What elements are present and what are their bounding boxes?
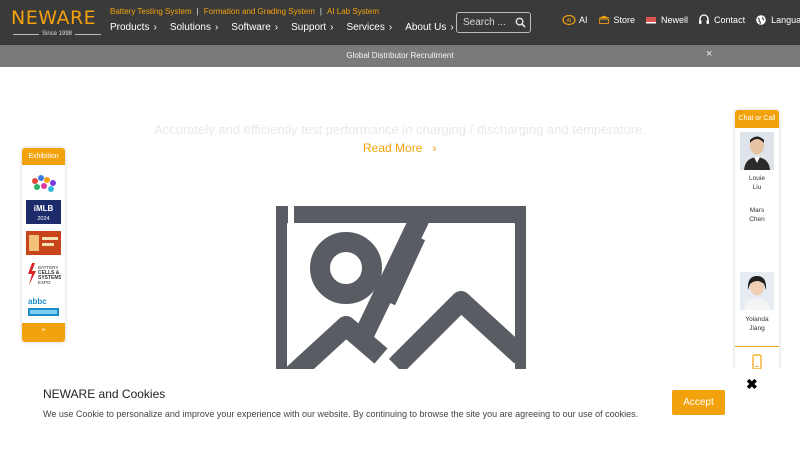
hero-subtitle: Accurately and efficiently test performa…: [154, 122, 646, 137]
cookie-banner: NEWARE and Cookies We use Cookie to pers…: [0, 369, 800, 450]
nav-label: About Us: [405, 22, 447, 33]
header-utility-links: AI AI Store Newell Contact Langua: [562, 14, 800, 26]
tagline-links: Battery Testing System | Formation and Gra…: [110, 7, 379, 16]
chevron-up-icon[interactable]: ⌃: [22, 323, 65, 342]
agent-last-name: Chen: [749, 216, 765, 223]
language-label: Language: [771, 15, 800, 25]
exhibition-logo-3[interactable]: [26, 231, 61, 255]
agent-name[interactable]: Mars Chen: [735, 206, 779, 224]
chevron-right-icon: ›: [214, 22, 219, 33]
tagline-separator: |: [319, 7, 322, 16]
agent-first-name: Yolanda: [745, 316, 769, 323]
cookie-text: We use Cookie to personalize and improve…: [43, 409, 639, 419]
exhibition-logo-4[interactable]: BATTERY CELLS & SYSTEMS EXPO: [26, 262, 61, 286]
search-icon[interactable]: [515, 17, 526, 28]
read-more-label: Read More: [363, 141, 423, 155]
nav-label: Support: [291, 22, 327, 33]
agent-last-name: Jiang: [749, 325, 765, 332]
globe-icon: [756, 15, 766, 25]
agent-first-name: Mars: [749, 207, 765, 214]
svg-text:AI: AI: [567, 18, 572, 24]
agent-last-name: Liu: [752, 184, 762, 191]
search-box: [456, 12, 531, 33]
nav-software[interactable]: Software ›: [231, 22, 278, 33]
newell-icon: [646, 17, 657, 24]
chevron-right-icon: ›: [388, 22, 393, 33]
svg-text:abbc: abbc: [28, 297, 47, 306]
language-link[interactable]: Language: [754, 14, 800, 26]
svg-text:iMLB: iMLB: [34, 204, 54, 213]
chevron-right-icon: ›: [330, 22, 334, 33]
nav-products[interactable]: Products ›: [110, 22, 157, 33]
chevron-right-icon: ›: [432, 141, 437, 155]
ai-icon: AI: [562, 14, 576, 26]
exhibition-logo-5[interactable]: abbc: [26, 294, 61, 318]
exhibition-title: Exhibition: [22, 148, 65, 165]
tagline-ai-lab[interactable]: AI Lab System: [327, 7, 379, 16]
avatar[interactable]: [740, 272, 774, 310]
tagline-formation-grading[interactable]: Formation and Grading System: [204, 7, 315, 16]
main-nav: Products › Solutions › Software › Support › …: [110, 22, 467, 33]
announcement-text[interactable]: Global Distributor Recruitment: [0, 51, 800, 60]
chevron-right-icon: ›: [450, 22, 454, 33]
exhibition-logo-1[interactable]: [26, 172, 61, 196]
svg-text:2024: 2024: [37, 216, 49, 222]
newell-label: Newell: [661, 15, 689, 25]
nav-solutions[interactable]: Solutions ›: [170, 22, 218, 33]
exhibition-logo-2[interactable]: iMLB 2024: [26, 200, 61, 224]
logo-wordmark: NEWARE: [11, 7, 97, 29]
svg-text:EXPO: EXPO: [38, 280, 51, 285]
image-placeholder-icon: [276, 206, 526, 376]
page: NEWARE Since 1998 Battery Testing System…: [0, 0, 800, 450]
nav-label: Software: [231, 22, 271, 33]
avatar[interactable]: [740, 132, 774, 170]
nav-services[interactable]: Services ›: [346, 22, 392, 33]
contact-label: Contact: [714, 15, 746, 25]
nav-about-us[interactable]: About Us ›: [405, 22, 453, 33]
close-icon[interactable]: ✖: [746, 376, 758, 393]
headset-icon: [699, 14, 710, 24]
logo-since: Since 1998: [11, 30, 103, 38]
store-link[interactable]: Store: [597, 14, 636, 26]
agent-name[interactable]: Louie Liu: [735, 174, 779, 192]
neware-logo[interactable]: NEWARE Since 1998: [11, 8, 103, 40]
nav-label: Solutions: [169, 22, 211, 33]
tagline-battery-testing[interactable]: Battery Testing System: [110, 7, 192, 16]
agent-name[interactable]: Yolanda Jiang: [735, 315, 779, 333]
accept-button[interactable]: Accept: [672, 390, 725, 415]
newell-link[interactable]: Newell: [644, 14, 688, 26]
nav-label: Services: [346, 22, 385, 33]
cookie-title: NEWARE and Cookies: [43, 387, 166, 401]
chevron-right-icon: ›: [274, 22, 279, 33]
nav-support[interactable]: Support ›: [291, 22, 333, 33]
exhibition-widget: Exhibition iMLB 2024 BATTERY CELLS & SYS…: [22, 148, 65, 342]
contact-link[interactable]: Contact: [697, 14, 745, 26]
phone-icon: [752, 354, 762, 370]
store-icon: [597, 15, 610, 24]
ai-label: AI: [579, 15, 588, 25]
read-more-link[interactable]: Read More ›: [363, 141, 436, 155]
agent-first-name: Louie: [749, 175, 765, 182]
chat-title[interactable]: Chat or Call: [735, 110, 779, 128]
nav-label: Products: [110, 22, 150, 33]
tagline-separator: |: [196, 7, 199, 16]
store-label: Store: [613, 15, 636, 25]
ai-link[interactable]: AI AI: [562, 14, 588, 26]
chevron-right-icon: ›: [153, 22, 157, 33]
announcement-bar: Global Distributor Recruitment ×: [0, 45, 800, 67]
chat-widget: Chat or Call Louie Liu Mars Chen Yolanda…: [735, 110, 779, 375]
site-header: NEWARE Since 1998 Battery Testing System…: [0, 0, 800, 45]
search-input[interactable]: [463, 15, 515, 30]
announcement-close-button[interactable]: ×: [706, 48, 712, 60]
